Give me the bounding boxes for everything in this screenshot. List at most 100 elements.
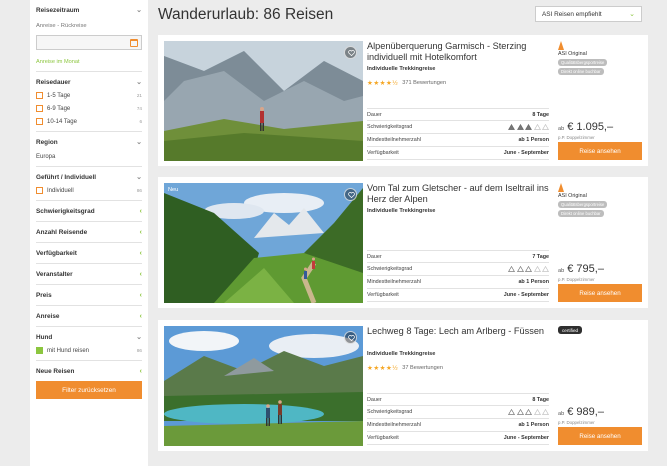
difficulty-triangle-icon — [508, 409, 515, 415]
view-trip-button[interactable]: Reise ansehen — [558, 142, 642, 160]
fact-label: Dauer — [367, 111, 382, 118]
difficulty-triangle-icon — [533, 266, 541, 272]
arrival-month-link[interactable]: Anreise im Monat — [36, 59, 142, 65]
fact-value: ab 1 Person — [518, 137, 549, 143]
filter-travel-period-header[interactable]: Reisezeitraum ⌄ — [36, 7, 142, 14]
filter-guided: Geführt / Individuell ⌄ Individuell 86 — [36, 167, 142, 201]
duration-option-count: 21 — [136, 93, 142, 98]
trip-type: Individuelle Trekkingreise — [367, 208, 436, 214]
reset-filters-button[interactable]: Filter zurücksetzen — [36, 381, 142, 399]
trip-title[interactable]: Vom Tal zum Gletscher - auf dem Iseltrai… — [367, 183, 552, 205]
heart-icon — [347, 192, 355, 198]
view-trip-button[interactable]: Reise ansehen — [558, 427, 642, 445]
trip-rating[interactable]: ★★★★½ 371 Bewertungen — [367, 79, 446, 87]
chevron-down-icon: ⌄ — [629, 10, 635, 18]
trip-card[interactable]: Alpenüberquerung Garmisch - Sterzing ind… — [158, 35, 648, 166]
filter-travel-period: Reisezeitraum ⌄ Anreise - Rückreise Anre… — [36, 0, 142, 72]
fact-difficulty: Schwierigkeitsgrad — [367, 263, 549, 276]
filter-price-header[interactable]: Preis ‹ — [36, 292, 142, 299]
price-prefix: ab — [558, 126, 565, 132]
trip-photo-mountain-hiker — [164, 41, 363, 161]
favorite-button[interactable] — [344, 331, 357, 344]
star-rating-icon: ★★★★½ — [367, 365, 399, 372]
duration-option[interactable]: 6-9 Tage 74 — [36, 105, 142, 112]
favorite-button[interactable] — [344, 188, 357, 201]
difficulty-triangle-icon — [525, 409, 532, 415]
chevron-down-icon: ⌄ — [136, 139, 142, 146]
date-range-input[interactable] — [36, 35, 142, 50]
trip-facts: Dauer 8 Tage Schwierigkeitsgrad Mindestt… — [367, 108, 549, 160]
trip-photo-valley-trail — [164, 183, 363, 303]
chevron-down-icon: ⌄ — [136, 334, 142, 341]
filter-new-trips-label: Neue Reisen — [36, 368, 75, 375]
star-rating-icon: ★★★★½ — [367, 80, 399, 87]
sort-select[interactable]: ASI Reisen empfiehlt ⌄ — [535, 6, 642, 22]
filter-region-header[interactable]: Region ⌄ — [36, 139, 142, 146]
filter-participants-label: Anzahl Reisende — [36, 229, 88, 236]
trip-rating[interactable]: ★★★★½ 37 Bewertungen — [367, 364, 443, 372]
duration-option[interactable]: 10-14 Tage 6 — [36, 118, 142, 125]
trip-side-column: certified ab € 989,– p.P. Doppelzimmer Re… — [558, 326, 642, 446]
fact-min-participants: Mindestteilnehmerzahl ab 1 Person — [367, 419, 549, 432]
price: € 989,– — [567, 406, 604, 418]
duration-option-label: 10-14 Tage — [47, 118, 77, 125]
duration-checkbox[interactable] — [36, 118, 43, 125]
page-title: Wanderurlaub: 86 Reisen — [158, 6, 334, 23]
filter-participants-header[interactable]: Anzahl Reisende ‹ — [36, 229, 142, 236]
trip-photo[interactable]: Neu — [164, 183, 363, 303]
trip-facts: Dauer 7 Tage Schwierigkeitsgrad Mindestt… — [367, 250, 549, 302]
chevron-left-icon: ‹ — [139, 313, 142, 320]
filter-organizer-header[interactable]: Veranstalter ‹ — [36, 271, 142, 278]
price-note: p.P. Doppelzimmer — [558, 277, 595, 282]
filter-organizer-label: Veranstalter — [36, 271, 73, 278]
price-note: p.P. Doppelzimmer — [558, 135, 595, 140]
filter-duration-label: Reisedauer — [36, 79, 71, 86]
guided-option-label: Individuell — [47, 187, 74, 194]
fact-min-participants: Mindestteilnehmerzahl ab 1 Person — [367, 276, 549, 289]
filter-dog-header[interactable]: Hund ⌄ — [36, 334, 142, 341]
fact-value: 7 Tage — [532, 253, 549, 260]
region-value[interactable]: Europa — [36, 154, 142, 160]
heart-icon — [347, 50, 355, 56]
filter-arrival-header[interactable]: Anreise ‹ — [36, 313, 142, 320]
filter-guided-header[interactable]: Geführt / Individuell ⌄ — [36, 174, 142, 181]
filter-price-label: Preis — [36, 292, 52, 299]
dog-option-label: mit Hund reisen — [47, 347, 90, 354]
duration-checkbox[interactable] — [36, 92, 43, 99]
filter-availability-header[interactable]: Verfügbarkeit ‹ — [36, 250, 142, 257]
bookable-pill: Direkt online buchbar — [558, 68, 604, 75]
trip-card[interactable]: Neu Vom Tal zum Gletscher - auf dem Isel… — [158, 177, 648, 308]
trip-title[interactable]: Alpenüberquerung Garmisch - Sterzing ind… — [367, 41, 552, 63]
duration-option-count: 74 — [136, 106, 142, 111]
difficulty-triangle-icon — [508, 266, 515, 272]
trip-title[interactable]: Lechweg 8 Tage: Lech am Arlberg - Füssen — [367, 326, 552, 337]
guided-checkbox[interactable] — [36, 187, 43, 194]
calendar-icon[interactable] — [130, 39, 138, 47]
fact-label: Verfügbarkeit — [367, 292, 399, 298]
trip-card[interactable]: Lechweg 8 Tage: Lech am Arlberg - Füssen… — [158, 320, 648, 451]
favorite-button[interactable] — [344, 46, 357, 59]
duration-checkbox[interactable] — [36, 105, 43, 112]
guided-option[interactable]: Individuell 86 — [36, 187, 142, 194]
trip-type: Individuelle Trekkingreise — [367, 351, 436, 357]
filter-duration-header[interactable]: Reisedauer ⌄ — [36, 79, 142, 86]
view-trip-button[interactable]: Reise ansehen — [558, 284, 642, 302]
dog-option[interactable]: mit Hund reisen 86 — [36, 347, 142, 354]
chevron-left-icon: ‹ — [139, 271, 142, 278]
filter-region: Region ⌄ Europa — [36, 132, 142, 167]
price: € 795,– — [567, 263, 604, 275]
price-row: ab € 989,– — [558, 406, 604, 418]
trip-photo[interactable] — [164, 326, 363, 446]
trip-type: Individuelle Trekkingreise — [367, 66, 436, 72]
filter-travel-period-label: Reisezeitraum — [36, 7, 80, 14]
fact-label: Schwierigkeitsgrad — [367, 124, 413, 130]
filter-new-trips-header[interactable]: Neue Reisen ‹ — [36, 368, 142, 375]
fact-value: June - September — [503, 150, 549, 156]
trip-photo[interactable] — [164, 41, 363, 161]
filter-difficulty-header[interactable]: Schwierigkeitsgrad ‹ — [36, 208, 142, 215]
chevron-left-icon: ‹ — [139, 250, 142, 257]
dog-checkbox[interactable] — [36, 347, 43, 354]
filter-dog-label: Hund — [36, 334, 53, 341]
duration-option-label: 1-5 Tage — [47, 92, 71, 99]
duration-option[interactable]: 1-5 Tage 21 — [36, 92, 142, 99]
